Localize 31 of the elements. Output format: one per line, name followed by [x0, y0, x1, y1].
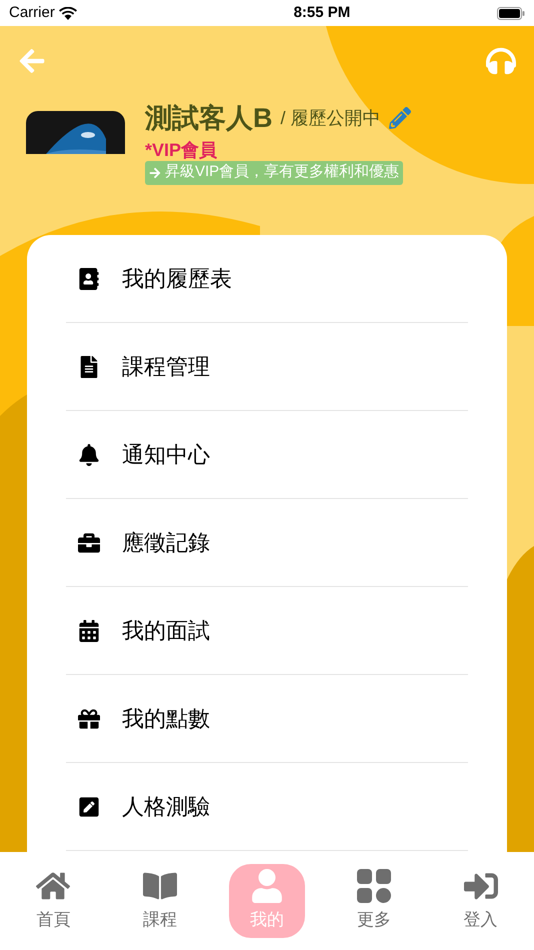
edit-icon: [78, 796, 100, 818]
tab-item[interactable]: 登入: [442, 864, 519, 938]
user-name: 測試客人B: [145, 102, 272, 135]
tab-item[interactable]: 更多: [335, 864, 412, 938]
user-icon: [250, 869, 284, 904]
document-icon: [78, 356, 100, 378]
back-arrow-icon[interactable]: [18, 47, 46, 75]
gift-icon: [78, 708, 100, 730]
battery-icon: [496, 6, 525, 20]
membership-text: *VIP會員: [145, 138, 218, 160]
edit-pencil-icon[interactable]: [388, 107, 411, 130]
arrow-icon: [149, 166, 161, 178]
tab-item[interactable]: 首頁: [15, 864, 92, 938]
carrier-text: Carrier: [9, 2, 55, 23]
headset-icon[interactable]: [486, 46, 516, 76]
resume-status-text: / 履歷公開中: [280, 106, 381, 130]
menu-item[interactable]: 我的點數: [66, 675, 468, 763]
bell-icon: [78, 444, 100, 466]
grid-icon: [356, 869, 392, 904]
briefcase-icon: [78, 532, 100, 554]
menu-item[interactable]: 應徵記錄: [66, 499, 468, 587]
calendar-icon: [78, 620, 100, 642]
tab-item[interactable]: 課程: [122, 864, 199, 938]
menu-item[interactable]: 人格測驗: [66, 763, 468, 851]
clock-text: 8:55 PM: [294, 2, 350, 23]
contact-book-icon: [78, 268, 100, 290]
menu-item[interactable]: 我的履歷表: [66, 235, 468, 323]
wifi-icon: [58, 6, 77, 20]
menu-item[interactable]: 通知中心: [66, 411, 468, 499]
menu-item[interactable]: 我的面試: [66, 587, 468, 675]
menu-item[interactable]: 課程管理: [66, 323, 468, 411]
